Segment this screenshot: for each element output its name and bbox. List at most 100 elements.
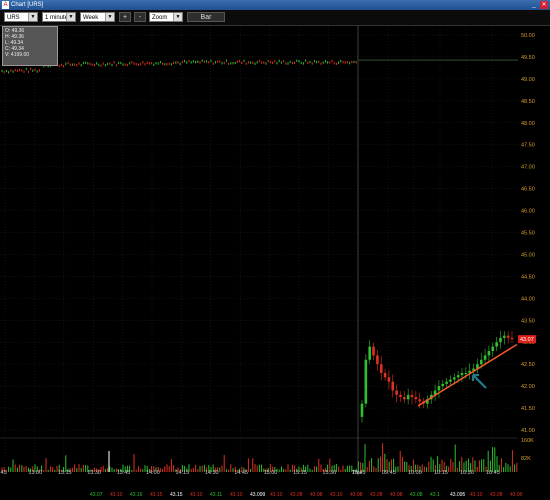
time-tick-label: 15:30	[322, 470, 336, 476]
candle-body	[403, 397, 406, 400]
chevron-down-icon[interactable]: ▼	[66, 13, 75, 21]
candle-body	[506, 335, 510, 338]
price-tick-label: 43.50	[521, 318, 535, 324]
candle	[495, 336, 498, 352]
ticker-value: 43.08	[370, 492, 383, 498]
candle	[426, 395, 429, 409]
time-tick-label: 15:15	[293, 470, 307, 476]
price-tick-label: 41.00	[521, 428, 535, 434]
candle-body	[441, 383, 445, 387]
price-tick-label: 42.00	[521, 384, 535, 390]
zoom-select[interactable]: Zoom ▼	[149, 12, 183, 22]
candle-body	[479, 359, 483, 365]
symbol-select[interactable]: URS ▼	[4, 12, 38, 22]
candle-body	[499, 337, 502, 343]
ticker-value: 43.10	[110, 492, 123, 498]
price-chart[interactable]: :45 13:00 13:15 13:30 13:45 14:00 14:15 14:30 14…	[0, 26, 518, 476]
ohlc-infobox: O: 49.36 H: 49.36 L: 49.34 C: 49.34 V: 4…	[2, 26, 58, 66]
candle	[368, 340, 371, 364]
time-tick-label: 14:00	[146, 470, 160, 476]
interval-select[interactable]: 1 minute ▼	[42, 12, 76, 22]
window-title: Chart [URS]	[11, 2, 44, 8]
ticker-value: 43.16	[130, 492, 143, 498]
candle	[391, 374, 395, 398]
candle	[499, 330, 502, 349]
candle-body	[437, 386, 441, 391]
time-tick-label: 13:15	[58, 470, 72, 476]
time-tick-label: 10:45	[486, 470, 500, 476]
candle-body	[460, 372, 464, 376]
ticker-value: 43.08	[290, 492, 303, 498]
candle	[395, 384, 398, 403]
chart-toolbar: URS ▼ 1 minute ▼ Week ▼ + - Zoom ▼ Bar	[0, 10, 550, 26]
symbol-value: URS	[7, 15, 20, 21]
ticker-value: 43.10	[470, 492, 483, 498]
range-select[interactable]: Week ▼	[80, 12, 115, 22]
candle	[460, 368, 464, 383]
chevron-down-icon[interactable]: ▼	[105, 13, 114, 21]
candle	[399, 391, 402, 402]
chevron-down-icon[interactable]: ▼	[173, 13, 182, 21]
candle-body	[364, 359, 368, 404]
interval-value: 1 minute	[45, 15, 69, 21]
candle-body	[368, 346, 371, 360]
price-tick-label: 49.00	[521, 77, 535, 83]
price-tick-label: 46.00	[521, 209, 535, 215]
candle	[487, 345, 491, 363]
candle	[364, 354, 368, 408]
zoom-out-button[interactable]: -	[134, 12, 146, 22]
price-tick-label: 50.00	[521, 33, 535, 39]
time-tick-label: 10:15	[434, 470, 448, 476]
time-tick-label: 14:30	[205, 470, 219, 476]
time-tick-label: 15:00	[264, 470, 278, 476]
candle	[414, 390, 418, 404]
ticker-value: 43.08	[310, 492, 323, 498]
candle-body	[449, 379, 452, 382]
ticker-value: 43.10	[230, 492, 243, 498]
time-tick-label: 14:45	[234, 470, 248, 476]
candle-body	[383, 372, 387, 378]
price-tick-label: 47.00	[521, 165, 535, 171]
minimize-button[interactable]: _	[530, 1, 538, 9]
range-value: Week	[83, 15, 99, 21]
ticker-value: 43.08	[350, 492, 363, 498]
candle	[403, 390, 406, 404]
candle	[383, 368, 387, 381]
candle-body	[376, 355, 379, 365]
candle-body	[379, 364, 383, 373]
candle-body	[487, 351, 491, 356]
candle	[468, 363, 471, 380]
ticker-value: 43.08	[490, 492, 503, 498]
bar-style-button[interactable]: Bar	[187, 12, 225, 22]
candle	[476, 358, 479, 374]
ticker-value: 43.095	[450, 492, 466, 498]
time-tick-label: :45	[0, 470, 7, 476]
zoom-value: Zoom	[152, 15, 168, 21]
volume-tick-label: 82K	[521, 456, 531, 462]
price-tick-label: 47.50	[521, 143, 535, 149]
candle-body	[483, 355, 487, 360]
price-tick-label: 41.50	[521, 406, 535, 412]
price-tick-label: 44.50	[521, 274, 535, 280]
candle-body	[464, 372, 468, 374]
ticker-value: 43.099	[250, 492, 266, 498]
zoom-in-button[interactable]: +	[119, 12, 131, 22]
candle	[445, 377, 448, 389]
ticker-value: 43.08	[410, 492, 423, 498]
time-tick-label: 13:45	[117, 470, 131, 476]
ticker-value: 43.10	[330, 492, 343, 498]
chevron-down-icon[interactable]: ▼	[28, 13, 37, 21]
candle-body	[410, 394, 414, 398]
candle	[360, 400, 364, 423]
ticker-value: 43.07	[90, 492, 103, 498]
time-tick-label: Thu	[352, 470, 361, 476]
price-tick-label: 45.00	[521, 252, 535, 258]
candle	[503, 331, 506, 345]
price-axis: 50.00 49.50 49.00 48.50 48.00 47.50 47.00 46.50…	[518, 33, 536, 462]
app-a-icon: A	[2, 1, 9, 9]
quote-ticker-strip: 43.07 43.10 43.16 43.15 43.15 43.10 43.11 43.10…	[0, 490, 550, 500]
time-tick-label: 13:30	[87, 470, 101, 476]
price-tick-label: 42.50	[521, 362, 535, 368]
ticker-value: 43.11	[210, 492, 223, 498]
close-button[interactable]: ✕	[540, 1, 548, 9]
